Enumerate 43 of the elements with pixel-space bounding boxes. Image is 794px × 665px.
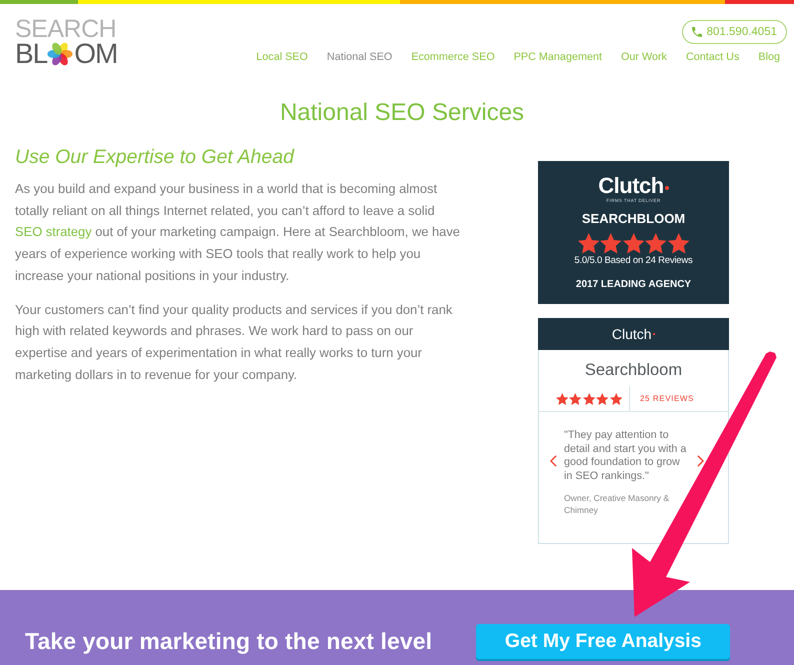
logo-text: OM [74, 40, 118, 68]
star-icon [569, 392, 582, 404]
chevron-right-icon[interactable] [697, 454, 704, 466]
dot-icon [652, 332, 656, 336]
body-paragraph: As you build and expand your business in a world that is becoming almost totally reliant on all things Internet related, you can’t afford to leave a solid SEO strategy out of your marketing campaign. Here at Searchbloom, we have years of experience working with SEO tools that really work to help you increase your national positions in your industry. [15, 180, 461, 285]
body-paragraph: Your customers can’t find your quality products and services if you don’t rank high with related keywords and phrases. We work hard to pass on our expertise and years of experimentation in what really works to turn your marketing dollars in to revenue for your company. [15, 300, 454, 384]
company-name: SEARCHBLOOM [582, 211, 686, 227]
star-icon [668, 233, 690, 254]
phone-button[interactable]: 801.590.4051 [682, 20, 787, 44]
star-icon [622, 233, 644, 254]
nav-link[interactable]: Ecommerce SEO [411, 50, 495, 64]
rating-text: 5.0/5.0 Based on 24 Reviews [574, 254, 693, 266]
banner-text: Take your marketing to the next level [25, 628, 432, 654]
company-name: Searchbloom [584, 360, 682, 380]
star-icon [578, 233, 600, 254]
section-heading: Use Our Expertise to Get Ahead [15, 145, 296, 170]
nav-link[interactable]: Contact Us [686, 50, 740, 64]
nav-link[interactable]: PPC Management [514, 50, 602, 64]
nav-link[interactable]: Local SEO [256, 50, 308, 64]
page-title: National SEO Services [278, 98, 526, 128]
star-icon [600, 233, 622, 254]
logo-text: SEARCH [15, 18, 118, 40]
nav-link[interactable]: Our Work [620, 50, 667, 64]
nav-link[interactable]: National SEO [326, 50, 392, 64]
dot-icon [664, 186, 669, 190]
award-text: 2017 LEADING AGENCY [576, 278, 692, 290]
star-icon [556, 392, 568, 404]
star-icon [610, 392, 622, 404]
review-author: Owner, Creative Masonry & Chimney [564, 492, 670, 516]
reviews-link[interactable]: 25 REVIEWS [630, 386, 694, 411]
clutch-logo: Clutch [598, 174, 664, 198]
phone-icon [692, 27, 702, 37]
cta-button[interactable]: Get My Free Analysis [476, 624, 730, 658]
clutch-logo: Clutch [612, 326, 652, 342]
chevron-left-icon[interactable] [550, 454, 557, 466]
star-icon [645, 233, 667, 254]
logo-text: BL [15, 40, 48, 68]
review-quote: "They pay attention to detail and start you with a good foundation to grow in SEO rankings." [564, 429, 688, 483]
flower-icon [47, 41, 74, 67]
star-icon [596, 392, 608, 404]
star-icon [582, 392, 595, 404]
text-link[interactable]: SEO strategy [15, 224, 92, 240]
nav-link[interactable]: Blog [758, 50, 780, 64]
